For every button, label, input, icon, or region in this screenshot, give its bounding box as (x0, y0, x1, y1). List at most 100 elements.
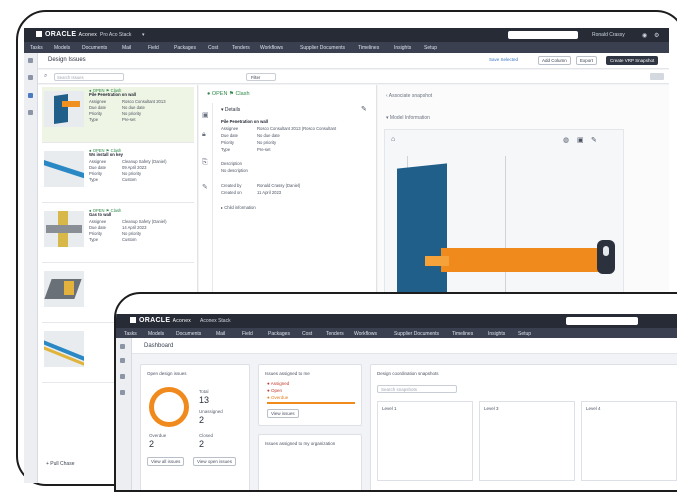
field-label: Priority (89, 171, 103, 176)
nav-item[interactable]: Documents (176, 331, 201, 337)
nav-item[interactable]: Setup (424, 45, 437, 51)
issue-title: Gas to wall (89, 212, 112, 217)
project-selector[interactable]: Aconex Stack (200, 318, 231, 324)
nav-item[interactable]: Timelines (358, 45, 379, 51)
nav-item[interactable]: Models (54, 45, 70, 51)
help-icon[interactable]: ◉ (642, 32, 647, 39)
issues-icon[interactable] (28, 93, 33, 98)
child-section-header[interactable]: ▸ Child information (221, 205, 256, 210)
oracle-logo[interactable]: ORACLE Aconex (130, 317, 191, 324)
nav-item[interactable]: Setup (518, 331, 531, 337)
project-search-input[interactable] (508, 31, 578, 39)
nav-item[interactable]: Mail (122, 45, 131, 51)
lock-icon[interactable]: 🔒︎ (202, 131, 206, 139)
filter-icon[interactable] (28, 75, 33, 80)
nav-item[interactable]: Tenders (326, 331, 344, 337)
field-label: Created by (221, 183, 242, 188)
filter-icon[interactable] (120, 358, 125, 363)
nav-item[interactable]: Cost (302, 331, 312, 337)
field-value: No due date (257, 133, 280, 138)
filter-row: ⌕ Search Issues Filter (38, 70, 669, 84)
filter-button[interactable]: Filter (246, 73, 276, 81)
nav-item[interactable]: Mail (216, 331, 225, 337)
detail-title: Pile Penetration on wall (221, 119, 269, 124)
assigned-row[interactable]: ● Overdue (267, 395, 288, 400)
snapshot-card[interactable]: Level 3 (479, 401, 575, 481)
home-icon[interactable] (120, 344, 125, 349)
field-label: Description (221, 161, 242, 166)
home-view-icon[interactable]: ⌂ (391, 136, 395, 143)
chevron-down-icon[interactable]: ▾ (142, 32, 145, 38)
snapshot-search-input[interactable]: Search snapshots (377, 385, 457, 393)
nav-item[interactable]: Packages (268, 331, 290, 337)
attachment-icon[interactable]: ⎘ (202, 159, 208, 167)
issue-card[interactable]: ● OPEN ⚑ Clash Ws install on key Assigne… (42, 147, 194, 203)
pin-icon[interactable]: ▣ (202, 111, 209, 119)
page-title: Dashboard (144, 343, 174, 349)
nav-item[interactable]: Insights (488, 331, 505, 337)
nav-item[interactable]: Workflows (260, 45, 283, 51)
edit-icon[interactable]: ✎ (361, 105, 367, 113)
export-button[interactable]: Export (576, 56, 598, 65)
save-selected-button[interactable]: Save Selected (486, 56, 522, 65)
snapshot-card[interactable]: Level 4 (581, 401, 677, 481)
nav-item[interactable]: Field (242, 331, 253, 337)
nav-item[interactable]: Packages (174, 45, 196, 51)
snapshot-title: Level 4 (586, 406, 601, 411)
stat-label: Unassigned (199, 409, 223, 414)
oracle-logo[interactable]: ORACLE Aconex (36, 31, 97, 38)
field-value: Cleanup Safety (Daniel) (122, 159, 167, 164)
field-value: 11 April 2023 (257, 190, 282, 195)
panel-title: Open design issues (147, 371, 187, 376)
issue-search-input[interactable]: Search Issues (54, 73, 124, 81)
nav-item[interactable]: Field (148, 45, 159, 51)
model-info-header[interactable]: ▾ Model Information (386, 115, 430, 121)
create-snapshot-button[interactable]: Create VRP Snapshot (606, 56, 659, 65)
settings-icon[interactable] (120, 390, 125, 395)
issue-card[interactable]: ● OPEN ⚑ Clash Pile Penetration on wall … (42, 87, 194, 143)
view-all-issues-button[interactable]: View all issues (147, 457, 185, 466)
assigned-row[interactable]: ● Assigned (267, 381, 289, 386)
page-title: Design Issues (48, 57, 86, 63)
comment-icon[interactable]: ✎ (202, 183, 208, 191)
add-column-button[interactable]: Add Column (538, 56, 571, 65)
nav-item[interactable]: Supplier Documents (394, 331, 439, 337)
assigned-row[interactable]: ● Open (267, 388, 282, 393)
search-icon[interactable]: ⌕ (44, 73, 47, 80)
field-value: No priority (122, 231, 142, 236)
user-menu[interactable]: Ronald Crassy (592, 32, 625, 38)
nav-item[interactable]: Insights (394, 45, 411, 51)
field-label: Type (89, 177, 99, 182)
field-value: No priority (257, 140, 277, 145)
dashboard-body: Open design issues Total 13 Unassigned 2… (132, 354, 677, 490)
issues-icon[interactable] (120, 374, 125, 379)
nav-item[interactable]: Models (148, 331, 164, 337)
nav-item[interactable]: Documents (82, 45, 107, 51)
home-icon[interactable] (28, 58, 33, 63)
issue-thumbnail (44, 211, 84, 247)
project-search-input[interactable] (566, 317, 638, 325)
section-icon[interactable]: ▣ (577, 136, 584, 144)
settings-icon[interactable]: ⚙ (654, 32, 659, 39)
clash-marker (425, 256, 449, 266)
camera-icon[interactable]: ◍ (563, 136, 569, 144)
nav-item[interactable]: Tasks (30, 45, 43, 51)
settings-icon[interactable] (28, 110, 33, 115)
issue-card[interactable]: ● OPEN ⚑ Clash Gas to wall Assignee Clean… (42, 207, 194, 263)
nav-item[interactable]: Cost (208, 45, 218, 51)
view-issues-button[interactable]: View issues (267, 409, 299, 418)
snapshot-card[interactable]: Level 1 (377, 401, 473, 481)
project-selector[interactable]: Pro Aco Stack (100, 32, 131, 38)
nav-item[interactable]: Timelines (452, 331, 473, 337)
nav-item[interactable]: Supplier Documents (300, 45, 345, 51)
list-footer-link[interactable]: + Pull Chase (46, 461, 75, 467)
view-open-issues-button[interactable]: View open issues (193, 457, 236, 466)
breadcrumb[interactable]: ‹ Associate snapshot (386, 93, 432, 99)
detail-status: ● OPEN ⚑ Clash (207, 91, 250, 97)
view-toggle[interactable] (650, 73, 664, 80)
nav-item[interactable]: Tasks (124, 331, 137, 337)
details-section-header[interactable]: ▾ Details (221, 107, 240, 113)
nav-item[interactable]: Workflows (354, 331, 377, 337)
nav-item[interactable]: Tenders (232, 45, 250, 51)
edit-icon[interactable]: ✎ (591, 136, 597, 144)
